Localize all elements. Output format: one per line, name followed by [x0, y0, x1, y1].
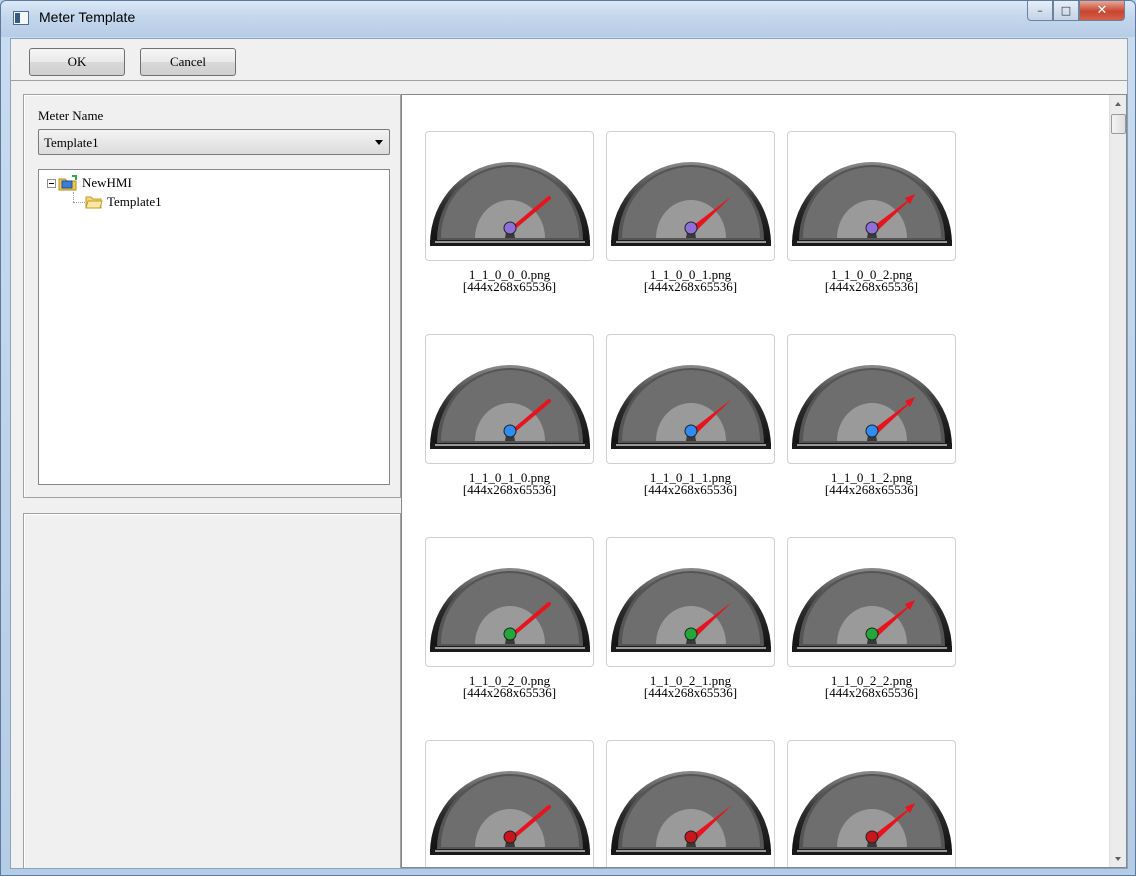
gauge-image [611, 568, 771, 652]
tree-node-template1[interactable]: Template1 [85, 193, 162, 211]
gallery-tile[interactable]: 1_1_0_0_2.png [444x268x65536] [787, 131, 956, 293]
image-dimensions: [444x268x65536] [462, 279, 557, 294]
dialog-client-area: OK Cancel Meter Name Template1 NewHMI Te… [10, 38, 1128, 869]
meter-thumbnail[interactable] [606, 131, 775, 261]
minimize-icon: – [1037, 4, 1043, 17]
gallery-tile[interactable] [425, 740, 594, 867]
tree-line [73, 202, 85, 203]
meter-thumbnail[interactable] [425, 131, 594, 261]
tree-line [73, 192, 74, 202]
scroll-up-button[interactable] [1110, 95, 1126, 112]
image-dimensions: [444x268x65536] [462, 685, 557, 700]
gauge-image [792, 771, 952, 855]
title-bar[interactable]: Meter Template – □ ✕ [1, 1, 1135, 37]
gallery-tile[interactable]: 1_1_0_2_1.png [444x268x65536] [606, 537, 775, 699]
image-dimensions: [444x268x65536] [824, 685, 919, 700]
arrow-down-icon [1115, 856, 1121, 861]
image-dimensions: [444x268x65536] [462, 482, 557, 497]
gallery-tile[interactable] [787, 740, 956, 867]
image-dimensions: [444x268x65536] [824, 279, 919, 294]
project-folder-icon [58, 175, 78, 191]
meter-name-label: Meter Name [38, 108, 104, 123]
arrow-up-icon [1115, 101, 1121, 106]
image-dimensions: [444x268x65536] [643, 279, 738, 294]
tile-caption: 1_1_0_0_2.png [444x268x65536] [787, 268, 956, 294]
meter-thumbnail[interactable] [606, 740, 775, 867]
meter-thumbnail[interactable] [425, 537, 594, 667]
tree-child-label: Template1 [107, 194, 162, 209]
window-icon [13, 11, 29, 25]
scrollbar-thumb[interactable] [1111, 114, 1126, 134]
gauge-image [611, 771, 771, 855]
folder-icon [85, 195, 103, 209]
meter-thumbnail[interactable] [787, 740, 956, 867]
tile-caption: 1_1_0_1_1.png [444x268x65536] [606, 471, 775, 497]
gallery-tile[interactable]: 1_1_0_2_2.png [444x268x65536] [787, 537, 956, 699]
maximize-button[interactable]: □ [1053, 1, 1079, 21]
gauge-image [792, 365, 952, 449]
gallery-tile[interactable]: 1_1_0_0_0.png [444x268x65536] [425, 131, 594, 293]
toolbar: OK Cancel [11, 39, 1127, 81]
image-gallery[interactable]: 1_1_0_0_0.png [444x268x65536] 1_1_0_0_1.pn… [401, 94, 1127, 868]
gauge-image [792, 162, 952, 246]
meter-thumbnail[interactable] [787, 537, 956, 667]
meter-selection-panel: Meter Name Template1 NewHMI Template1 [23, 94, 401, 498]
gauge-image [430, 365, 590, 449]
gallery-tile[interactable]: 1_1_0_0_1.png [444x268x65536] [606, 131, 775, 293]
gallery-tile[interactable]: 1_1_0_1_1.png [444x268x65536] [606, 334, 775, 496]
preview-panel [23, 513, 401, 868]
image-dimensions: [444x268x65536] [824, 482, 919, 497]
cancel-button[interactable]: Cancel [140, 48, 236, 76]
close-button[interactable]: ✕ [1079, 1, 1125, 21]
gallery-tile[interactable]: 1_1_0_1_2.png [444x268x65536] [787, 334, 956, 496]
gallery-tile[interactable] [606, 740, 775, 867]
chevron-down-icon[interactable] [375, 140, 383, 145]
gauge-image [611, 162, 771, 246]
meter-thumbnail[interactable] [606, 334, 775, 464]
tile-caption: 1_1_0_2_1.png [444x268x65536] [606, 674, 775, 700]
gauge-image [430, 568, 590, 652]
meter-thumbnail[interactable] [787, 131, 956, 261]
gauge-image [611, 365, 771, 449]
gauge-image [792, 568, 952, 652]
minimize-button[interactable]: – [1027, 1, 1053, 21]
image-dimensions: [444x268x65536] [643, 482, 738, 497]
tile-caption: 1_1_0_0_1.png [444x268x65536] [606, 268, 775, 294]
tree-root-label: NewHMI [82, 175, 132, 190]
image-dimensions: [444x268x65536] [643, 685, 738, 700]
meter-thumbnail[interactable] [606, 537, 775, 667]
tile-caption: 1_1_0_0_0.png [444x268x65536] [425, 268, 594, 294]
tile-caption: 1_1_0_2_0.png [444x268x65536] [425, 674, 594, 700]
meter-thumbnail[interactable] [787, 334, 956, 464]
window-title: Meter Template [39, 9, 136, 25]
vertical-scrollbar[interactable] [1109, 95, 1126, 867]
scroll-down-button[interactable] [1110, 850, 1126, 867]
ok-button[interactable]: OK [29, 48, 125, 76]
gauge-image [430, 771, 590, 855]
meter-name-value: Template1 [44, 135, 99, 150]
meter-thumbnail[interactable] [425, 740, 594, 867]
collapse-icon[interactable] [47, 178, 56, 188]
tile-caption: 1_1_0_1_0.png [444x268x65536] [425, 471, 594, 497]
caption-buttons: – □ ✕ [1027, 1, 1125, 21]
close-icon: ✕ [1096, 3, 1108, 18]
meter-template-window: Meter Template – □ ✕ OK Cancel Meter Nam… [0, 0, 1136, 876]
template-tree[interactable]: NewHMI Template1 [38, 169, 390, 485]
tile-caption: 1_1_0_2_2.png [444x268x65536] [787, 674, 956, 700]
meter-name-dropdown[interactable]: Template1 [38, 129, 390, 155]
tree-node-root[interactable]: NewHMI [47, 174, 132, 192]
gauge-image [430, 162, 590, 246]
gallery-tile[interactable]: 1_1_0_2_0.png [444x268x65536] [425, 537, 594, 699]
meter-thumbnail[interactable] [425, 334, 594, 464]
maximize-icon: □ [1060, 4, 1072, 17]
tile-caption: 1_1_0_1_2.png [444x268x65536] [787, 471, 956, 497]
gallery-tile[interactable]: 1_1_0_1_0.png [444x268x65536] [425, 334, 594, 496]
